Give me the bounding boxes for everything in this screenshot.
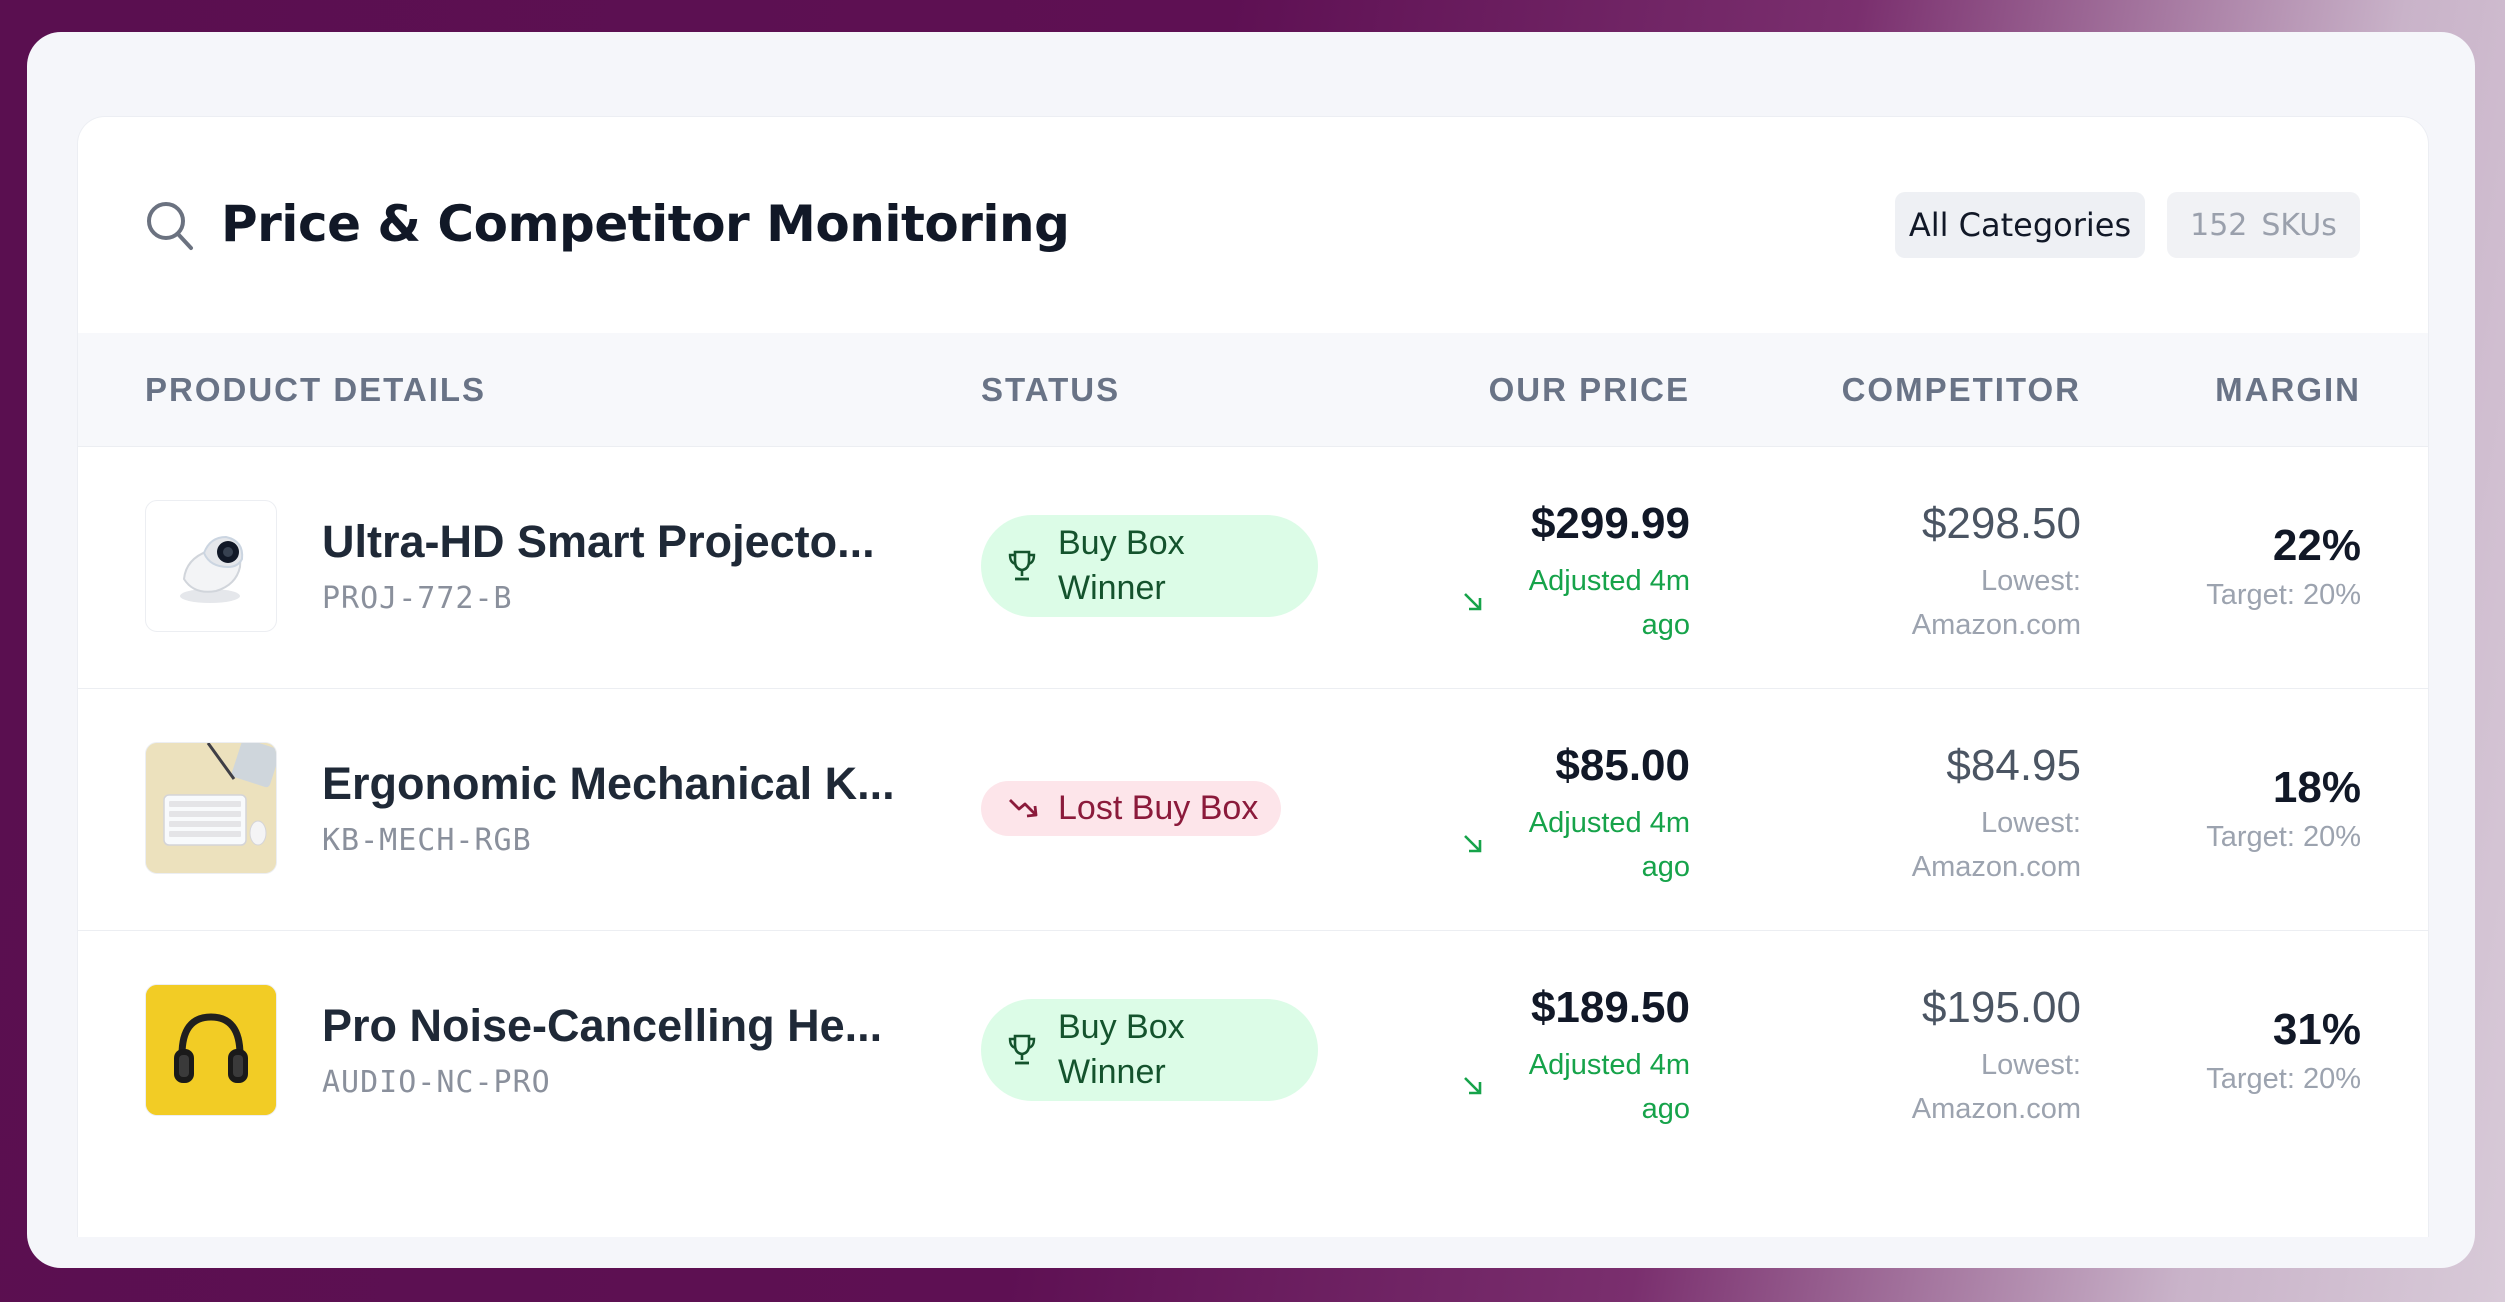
- table-row[interactable]: Ergonomic Mechanical K... KB-MECH-RGB Lo…: [78, 688, 2428, 931]
- sku-count-badge: 152 SKUs: [2167, 192, 2360, 258]
- product-sku: KB-MECH-RGB: [322, 823, 532, 858]
- status-badge[interactable]: Buy Box Winner: [981, 999, 1318, 1101]
- product-sku: AUDIO-NC-PRO: [322, 1065, 551, 1100]
- competitor-price: $84.95: [1946, 741, 2081, 790]
- margin-target: Target: 20%: [2206, 821, 2361, 853]
- competitor-price: $195.00: [1921, 983, 2081, 1032]
- status-label: Buy Box Winner: [1058, 524, 1185, 607]
- status-label: Lost Buy Box: [1058, 789, 1259, 827]
- projector-thumbnail: [145, 500, 277, 632]
- product-name[interactable]: Ergonomic Mechanical K...: [322, 758, 895, 810]
- our-price: $299.99: [1530, 499, 1690, 548]
- product-sku: PROJ-772-B: [322, 581, 513, 616]
- column-header-status[interactable]: STATUS: [981, 371, 1120, 409]
- table-row[interactable]: Pro Noise-Cancelling He... AUDIO-NC-PRO …: [78, 930, 2428, 1173]
- headphones-thumbnail: [145, 984, 277, 1116]
- margin-value: 18%: [2272, 763, 2361, 812]
- price-adjusted-time: Adjusted 4m ago: [1528, 1049, 1690, 1125]
- trophy-icon: [1008, 550, 1036, 581]
- price-adjusted-time: Adjusted 4m ago: [1528, 807, 1690, 883]
- keyboard-thumbnail: [145, 742, 277, 874]
- monitoring-card: Price & Competitor Monitoring All Catego…: [77, 116, 2429, 1237]
- table-header: PRODUCT DETAILS STATUS OUR PRICE COMPETI…: [78, 333, 2428, 446]
- margin-value: 22%: [2272, 521, 2361, 570]
- competitor-source: Lowest: Amazon.com: [1911, 1049, 2081, 1125]
- trend-down-icon: [1464, 835, 1482, 853]
- competitor-source: Lowest: Amazon.com: [1911, 565, 2081, 641]
- our-price: $189.50: [1530, 983, 1690, 1032]
- status-badge[interactable]: Buy Box Winner: [981, 515, 1318, 617]
- page-title: Price & Competitor Monitoring: [221, 195, 1070, 253]
- column-header-margin[interactable]: MARGIN: [2215, 371, 2361, 409]
- card-header: Price & Competitor Monitoring All Catego…: [78, 117, 2428, 333]
- column-header-competitor[interactable]: COMPETITOR: [1842, 371, 2081, 409]
- search-icon[interactable]: [145, 199, 195, 253]
- sku-count-value: 152: [2190, 207, 2248, 243]
- price-adjusted-time: Adjusted 4m ago: [1528, 565, 1690, 641]
- product-name[interactable]: Ultra-HD Smart Projecto...: [322, 516, 875, 568]
- status-label: Buy Box Winner: [1058, 1008, 1185, 1091]
- competitor-source: Lowest: Amazon.com: [1911, 807, 2081, 883]
- margin-target: Target: 20%: [2206, 579, 2361, 611]
- column-header-our-price[interactable]: OUR PRICE: [1489, 371, 1690, 409]
- trophy-icon: [1008, 1034, 1036, 1065]
- sku-count-unit: SKUs: [2261, 207, 2337, 243]
- margin-value: 31%: [2272, 1005, 2361, 1054]
- column-header-product[interactable]: PRODUCT DETAILS: [145, 371, 486, 409]
- status-badge[interactable]: Lost Buy Box: [981, 781, 1281, 836]
- category-filter-button[interactable]: All Categories: [1895, 192, 2145, 258]
- window-frame: Price & Competitor Monitoring All Catego…: [27, 32, 2475, 1268]
- trend-down-icon: [1464, 1077, 1482, 1095]
- margin-target: Target: 20%: [2206, 1063, 2361, 1095]
- trend-down-icon: [1009, 799, 1038, 818]
- competitor-price: $298.50: [1921, 499, 2081, 548]
- trend-down-icon: [1464, 593, 1482, 611]
- product-name[interactable]: Pro Noise-Cancelling He...: [322, 1000, 882, 1052]
- table-row[interactable]: Ultra-HD Smart Projecto... PROJ-772-B Bu…: [78, 446, 2428, 689]
- our-price: $85.00: [1555, 741, 1690, 790]
